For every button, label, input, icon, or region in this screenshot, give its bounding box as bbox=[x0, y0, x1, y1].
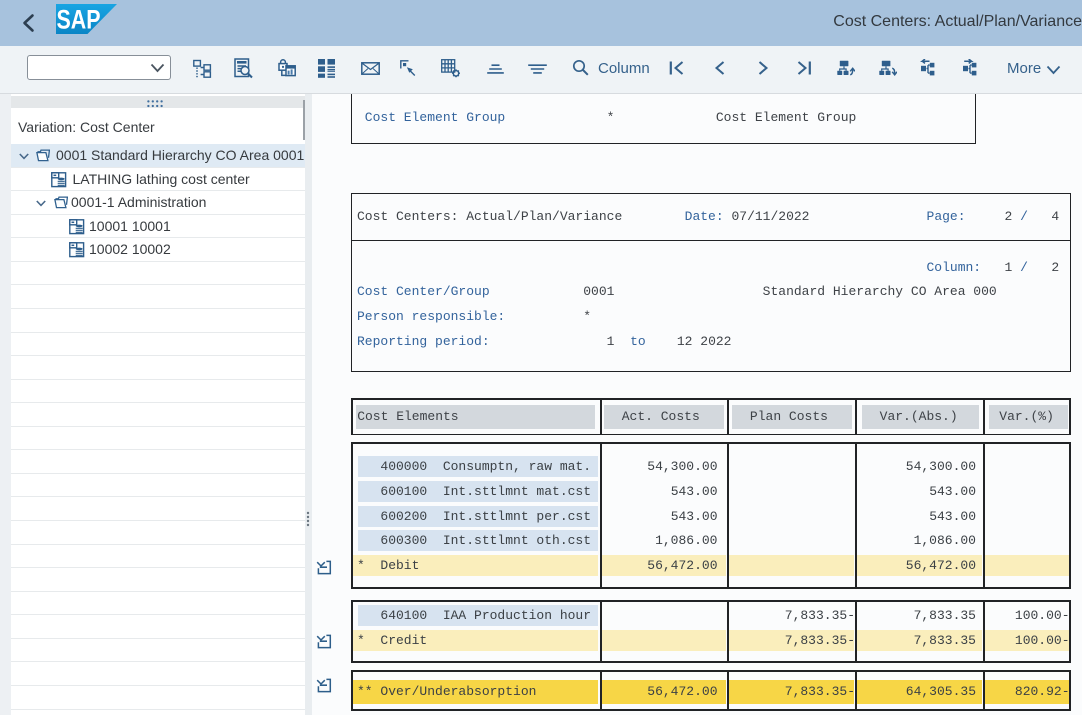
svg-text:SAP: SAP bbox=[57, 5, 101, 35]
